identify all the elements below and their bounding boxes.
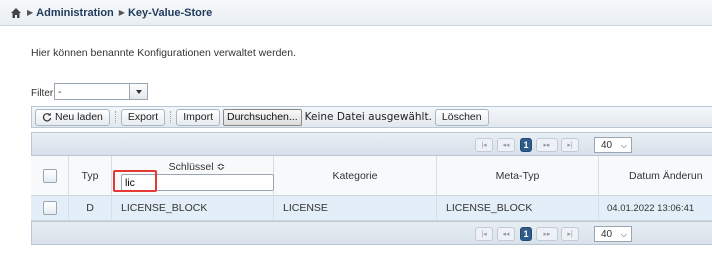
- column-header-schluessel[interactable]: Schlüssel ≎: [112, 156, 274, 195]
- table-header: Typ Schlüssel ≎ Kategorie Meta-Typ Datum…: [31, 156, 712, 196]
- filter-label: Filter: [31, 88, 54, 99]
- prev-page-button[interactable]: ◂◂: [497, 138, 515, 152]
- cell-datum: 04.01.2022 13:06:41: [607, 202, 695, 214]
- current-page-button[interactable]: 1: [520, 227, 532, 241]
- page-description: Hier können benannte Konfigurationen ver…: [31, 47, 297, 59]
- toolbar-separator: [170, 111, 172, 123]
- column-header-schluessel-label[interactable]: Schlüssel ≎: [121, 161, 273, 173]
- refresh-icon: [42, 112, 52, 122]
- page-size-select[interactable]: 40 ⌵: [594, 137, 632, 153]
- next-page-button[interactable]: ▸▸: [536, 138, 558, 152]
- header-select-cell: [31, 156, 69, 195]
- prev-page-button[interactable]: ◂◂: [497, 227, 515, 241]
- page-size-value: 40: [601, 139, 613, 151]
- table-row[interactable]: D LICENSE_BLOCK LICENSE LICENSE_BLOCK 04…: [31, 196, 712, 221]
- column-header-datum[interactable]: Datum Änderun: [599, 156, 712, 195]
- column-header-typ[interactable]: Typ: [69, 156, 112, 195]
- schluessel-search-input[interactable]: [122, 175, 273, 190]
- current-page-button[interactable]: 1: [520, 138, 532, 152]
- pager-bottom: |◂ ◂◂ 1 ▸▸ ▸| 40 ⌵: [31, 221, 712, 245]
- last-page-button[interactable]: ▸|: [561, 227, 579, 241]
- pager-top: |◂ ◂◂ 1 ▸▸ ▸| 40 ⌵: [31, 132, 712, 156]
- row-checkbox[interactable]: [42, 201, 57, 215]
- page-size-value: 40: [601, 228, 613, 240]
- cell-kategorie: LICENSE: [274, 196, 437, 220]
- chevron-right-icon: ▶: [118, 8, 125, 17]
- import-button[interactable]: Import: [176, 108, 220, 126]
- toolbar-separator: [114, 111, 117, 123]
- export-button[interactable]: Export: [120, 108, 166, 126]
- chevron-down-icon: ⌵: [620, 141, 627, 150]
- filter-dropdown-button[interactable]: [129, 84, 147, 99]
- cell-meta-typ: LICENSE_BLOCK: [437, 196, 599, 220]
- filter-select-value: -: [58, 85, 62, 98]
- home-icon[interactable]: [10, 7, 22, 19]
- browse-file-button[interactable]: Durchsuchen...: [223, 108, 302, 126]
- schluessel-search-box[interactable]: [121, 174, 274, 191]
- next-page-button[interactable]: ▸▸: [536, 227, 558, 241]
- chevron-down-icon: [135, 89, 142, 94]
- reload-button[interactable]: Neu laden: [35, 108, 110, 126]
- toolbar: Neu laden Export Import Durchsuchen... K…: [31, 106, 712, 128]
- chevron-down-icon: ⌵: [620, 230, 627, 239]
- file-status-text: Keine Datei ausgewählt.: [304, 111, 432, 123]
- breadcrumb-item-administration[interactable]: Administration: [36, 7, 114, 19]
- column-header-kategorie[interactable]: Kategorie: [274, 156, 437, 195]
- column-header-meta-typ[interactable]: Meta-Typ: [437, 156, 599, 195]
- breadcrumb-item-key-value-store[interactable]: Key-Value-Store: [128, 7, 212, 19]
- chevron-right-icon: ▶: [27, 8, 34, 17]
- breadcrumb: ▶ Administration ▶ Key-Value-Store: [0, 0, 712, 26]
- first-page-button[interactable]: |◂: [475, 138, 493, 152]
- filter-select[interactable]: -: [54, 83, 148, 100]
- row-select-cell: [31, 196, 69, 220]
- last-page-button[interactable]: ▸|: [561, 138, 579, 152]
- cell-typ: D: [69, 196, 112, 220]
- select-all-checkbox[interactable]: [42, 168, 57, 183]
- first-page-button[interactable]: |◂: [475, 227, 493, 241]
- delete-button[interactable]: Löschen: [434, 108, 489, 126]
- page-size-select[interactable]: 40 ⌵: [594, 226, 632, 242]
- cell-schluessel: LICENSE_BLOCK: [112, 196, 274, 220]
- reload-button-label: Neu laden: [55, 111, 103, 123]
